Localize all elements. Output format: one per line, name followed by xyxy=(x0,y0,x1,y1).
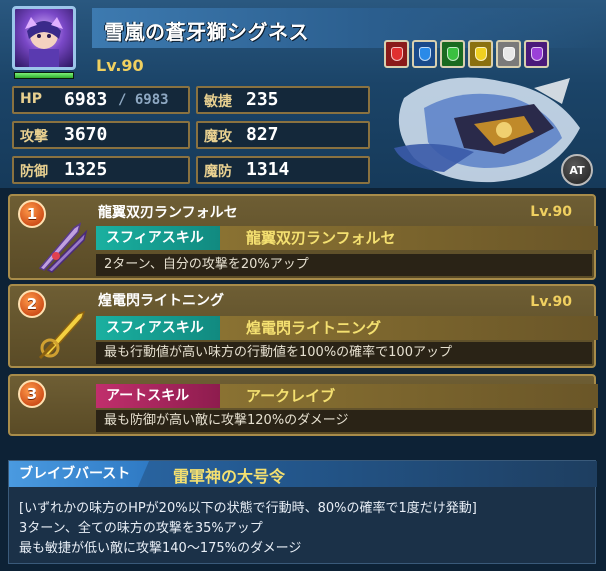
stat-hp: HP 6983 / 6983 xyxy=(12,86,190,114)
sphere-skill-tag: スフィアスキル xyxy=(96,226,220,250)
skill-card-3[interactable]: 3 アートスキル アークレイブ 最も防御が高い敵に攻撃120%のダメージ xyxy=(8,374,598,436)
unit-hp-bar xyxy=(14,72,74,79)
stat-defense-value: 1325 xyxy=(64,159,108,180)
stat-attack: 攻撃 3670 xyxy=(12,121,190,149)
unit-header: 雪嵐の蒼牙獅シグネス Lv.90 HP 6983 / 6983 敏捷 235 攻… xyxy=(0,0,606,188)
stat-magic-defense-label: 魔防 xyxy=(204,164,232,180)
skill-description: 最も行動値が高い味方の行動値を100%の確率で100アップ xyxy=(96,342,592,364)
skill-title: 煌電閃ライトニング xyxy=(98,293,224,309)
stat-attack-label: 攻撃 xyxy=(20,129,48,145)
art-skill-tag: アートスキル xyxy=(96,384,220,408)
skill-description: 2ターン、自分の攻撃を20%アップ xyxy=(96,254,592,276)
stat-hp-label: HP xyxy=(20,91,42,107)
stat-magic-attack-label: 魔攻 xyxy=(204,129,232,145)
stat-magic-attack: 魔攻 827 xyxy=(196,121,370,149)
twin-blade-icon xyxy=(34,218,90,274)
skill-level: Lv.90 xyxy=(530,294,572,310)
fire-element-icon xyxy=(384,40,409,68)
stat-agility: 敏捷 235 xyxy=(196,86,370,114)
skill-number-badge: 3 xyxy=(18,380,46,408)
brave-burst-panel[interactable]: ブレイブバースト 雷軍神の大号令 [いずれかの味方のHPが20%以下の状態で行動… xyxy=(8,460,597,564)
brave-burst-name: 雷軍神の大号令 xyxy=(173,467,286,486)
brave-burst-effect: 3ターン、全ての味方の攻撃を35%アップ xyxy=(19,521,263,536)
skill-name: アークレイブ xyxy=(220,384,598,408)
brave-burst-damage: 最も敏捷が低い敵に攻撃140～175%のダメージ xyxy=(19,541,302,556)
stat-hp-value: 6983 xyxy=(64,89,108,110)
stat-magic-defense-value: 1314 xyxy=(246,159,290,180)
skill-card-1[interactable]: 1 龍翼双刃ランフォルセ Lv.90 スフィアスキル 龍翼双刃ランフォルセ 2タ… xyxy=(8,194,598,280)
skill-name: 煌電閃ライトニング xyxy=(220,316,598,340)
skill-level: Lv.90 xyxy=(530,204,572,220)
brave-burst-condition: [いずれかの味方のHPが20%以下の状態で行動時、80%の確率で1度だけ発動] xyxy=(19,501,477,516)
stat-attack-value: 3670 xyxy=(64,124,108,145)
stat-hp-max: / 6983 xyxy=(118,92,169,108)
stat-agility-value: 235 xyxy=(246,89,279,110)
earth-element-icon xyxy=(440,40,465,68)
stat-agility-label: 敏捷 xyxy=(204,94,232,110)
skills-section: 1 龍翼双刃ランフォルセ Lv.90 スフィアスキル 龍翼双刃ランフォルセ 2タ… xyxy=(0,188,606,458)
water-element-icon xyxy=(412,40,437,68)
brave-burst-label: ブレイブバースト xyxy=(9,461,149,487)
stat-defense-label: 防御 xyxy=(20,164,48,180)
sphere-skill-tag: スフィアスキル xyxy=(96,316,220,340)
unit-name: 雪嵐の蒼牙獅シグネス xyxy=(104,20,309,44)
brave-burst-header: ブレイブバースト 雷軍神の大号令 xyxy=(9,461,597,487)
at-badge[interactable]: AT xyxy=(561,154,593,186)
light-element-icon xyxy=(496,40,521,68)
dark-element-icon xyxy=(524,40,549,68)
thunder-element-icon xyxy=(468,40,493,68)
skill-card-2[interactable]: 2 煌電閃ライトニング Lv.90 スフィアスキル 煌電閃ライトニング 最も行動… xyxy=(8,284,598,368)
unit-hp-bar-fill xyxy=(15,73,73,78)
lightning-sword-icon xyxy=(34,306,90,362)
stat-magic-defense: 魔防 1314 xyxy=(196,156,370,184)
skill-description: 最も防御が高い敵に攻撃120%のダメージ xyxy=(96,410,592,432)
unit-avatar[interactable] xyxy=(12,6,76,70)
stat-magic-attack-value: 827 xyxy=(246,124,279,145)
unit-level: Lv.90 xyxy=(96,56,144,75)
unit-artwork xyxy=(384,68,590,186)
skill-title: 龍翼双刃ランフォルセ xyxy=(98,205,238,221)
element-gems xyxy=(384,40,556,68)
stat-defense: 防御 1325 xyxy=(12,156,190,184)
skill-name: 龍翼双刃ランフォルセ xyxy=(220,226,598,250)
